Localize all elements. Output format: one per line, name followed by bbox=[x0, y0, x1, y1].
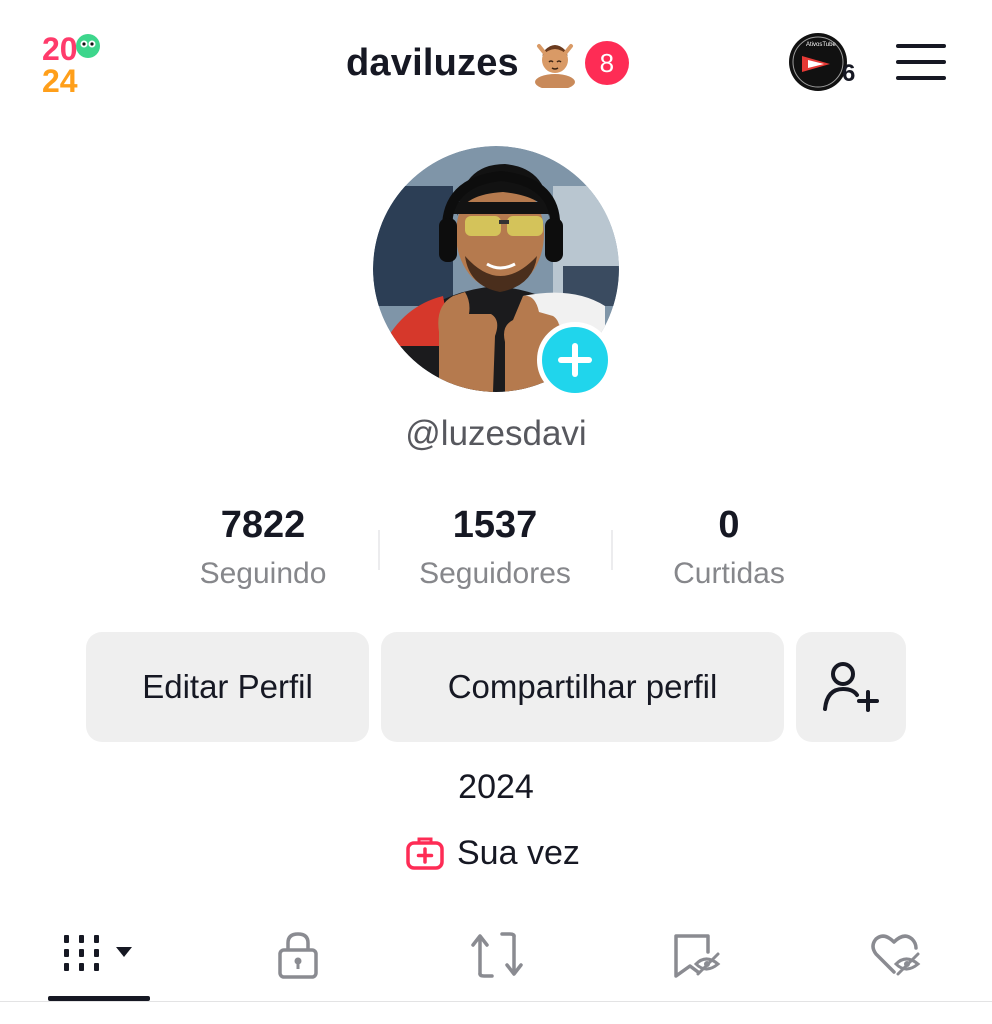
stat-value: 0 bbox=[718, 504, 740, 546]
stat-followers[interactable]: 1537 Seguidores bbox=[400, 504, 590, 591]
plus-icon bbox=[558, 343, 592, 377]
emoji-avatar-icon bbox=[534, 44, 575, 88]
stat-label: Seguidores bbox=[419, 557, 571, 590]
profile-avatar-container bbox=[373, 146, 619, 398]
stat-value: 1537 bbox=[452, 504, 538, 546]
stat-following[interactable]: 7822 Seguindo bbox=[176, 504, 350, 591]
heart-hidden-icon bbox=[871, 934, 921, 976]
bookmark-hidden-icon bbox=[674, 934, 721, 978]
edit-profile-button[interactable]: Editar Perfil bbox=[86, 632, 369, 742]
menu-icon[interactable] bbox=[896, 42, 946, 82]
live-badge-text: AtivosTube bbox=[806, 42, 836, 48]
notification-badge[interactable]: 8 bbox=[584, 41, 629, 85]
2024-logo-icon[interactable]: 20 24 bbox=[40, 30, 104, 96]
grid-icon bbox=[64, 935, 132, 971]
lock-icon bbox=[278, 932, 318, 979]
profile-title-row: daviluzes 8 bbox=[346, 38, 629, 88]
tab-private[interactable] bbox=[247, 920, 349, 990]
medical-bag-icon bbox=[406, 837, 444, 870]
tab-favorites[interactable] bbox=[645, 920, 747, 990]
tab-videos[interactable] bbox=[48, 920, 150, 990]
profile-link-label: Sua vez bbox=[457, 833, 580, 872]
top-bar: 20 24 daviluzes 8 AtivosTube 6 bbox=[0, 0, 992, 125]
stat-value: 7822 bbox=[220, 504, 306, 546]
live-count: 6 bbox=[842, 60, 856, 87]
stat-label: Curtidas bbox=[673, 557, 785, 590]
stat-label: Seguindo bbox=[199, 557, 327, 590]
add-avatar-button[interactable] bbox=[537, 322, 613, 398]
profile-link[interactable]: Sua vez bbox=[405, 830, 580, 876]
repost-icon bbox=[471, 932, 523, 978]
profile-bio: 2024 bbox=[458, 768, 534, 806]
profile-handle: @luzesdavi bbox=[405, 414, 587, 453]
tab-liked[interactable] bbox=[844, 920, 946, 990]
stat-divider bbox=[611, 530, 613, 570]
logo-text-bottom: 24 bbox=[42, 63, 78, 96]
add-friend-button[interactable] bbox=[796, 632, 906, 742]
share-profile-button[interactable]: Compartilhar perfil bbox=[381, 632, 784, 742]
tab-bar-divider bbox=[0, 1001, 992, 1002]
profile-username-title[interactable]: daviluzes bbox=[346, 42, 519, 85]
logo-text-top: 20 bbox=[42, 31, 78, 67]
stat-likes[interactable]: 0 Curtidas bbox=[650, 504, 808, 591]
tab-reposts[interactable] bbox=[446, 920, 548, 990]
add-user-icon bbox=[823, 662, 879, 712]
stat-divider bbox=[378, 530, 380, 570]
